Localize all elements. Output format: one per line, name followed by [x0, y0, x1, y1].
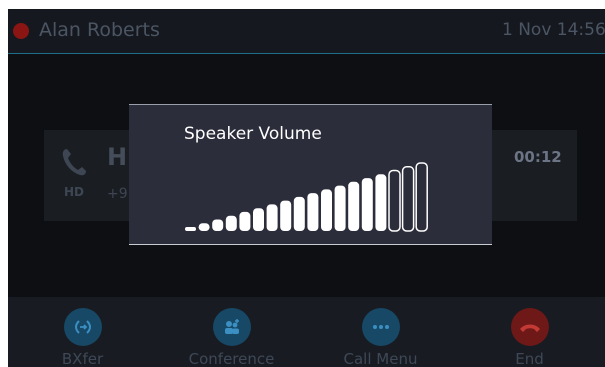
status-indicator-icon [13, 23, 29, 39]
volume-bar-filled [348, 181, 360, 231]
call-timer: 00:12 [514, 148, 562, 166]
volume-bar-filled [293, 196, 305, 231]
volume-bar-empty [388, 169, 401, 232]
hangup-icon [510, 308, 549, 346]
softkey-end[interactable]: End [455, 297, 604, 367]
conference-icon [212, 308, 251, 346]
transfer-icon [63, 308, 102, 346]
softkey-conference[interactable]: Conference [157, 297, 306, 367]
volume-bar-filled [266, 204, 278, 231]
volume-bar-empty [401, 166, 415, 232]
volume-bar-filled [307, 193, 319, 231]
account-name: Alan Roberts [39, 19, 160, 41]
status-bar: Alan Roberts 1 Nov 14:56 [8, 9, 605, 54]
softkey-call-menu[interactable]: Call Menu [306, 297, 455, 367]
caller-number: +9 [107, 186, 128, 202]
phone-handset-icon [62, 149, 86, 176]
softkey-label: End [515, 350, 544, 367]
volume-bar-filled [334, 185, 346, 231]
volume-bar-filled [253, 208, 264, 231]
volume-bar-filled [280, 200, 292, 231]
softkey-bar: BXfer Conference Call Menu End [8, 297, 605, 367]
volume-bar-empty [415, 162, 428, 232]
volume-bar-filled [361, 178, 373, 231]
volume-level-meter [185, 162, 428, 232]
softkey-label: BXfer [61, 350, 104, 367]
volume-bar-filled [225, 215, 237, 231]
volume-bar-filled [321, 189, 332, 231]
phone-screen: Alan Roberts 1 Nov 14:56 HD Hi +9 00:12 … [8, 9, 605, 367]
softkey-label: Conference [188, 350, 275, 367]
volume-bar-filled [239, 211, 251, 231]
volume-popup: Speaker Volume [129, 104, 492, 245]
hd-audio-icon: HD [64, 185, 85, 199]
volume-bar-filled [212, 219, 224, 231]
softkey-bxfer[interactable]: BXfer [8, 297, 157, 367]
softkey-label: Call Menu [343, 350, 418, 367]
volume-bar-filled [375, 174, 387, 231]
volume-bar-filled [185, 227, 196, 231]
date-time: 1 Nov 14:56 [502, 20, 605, 40]
volume-bar-filled [198, 223, 210, 231]
more-icon [361, 308, 400, 346]
